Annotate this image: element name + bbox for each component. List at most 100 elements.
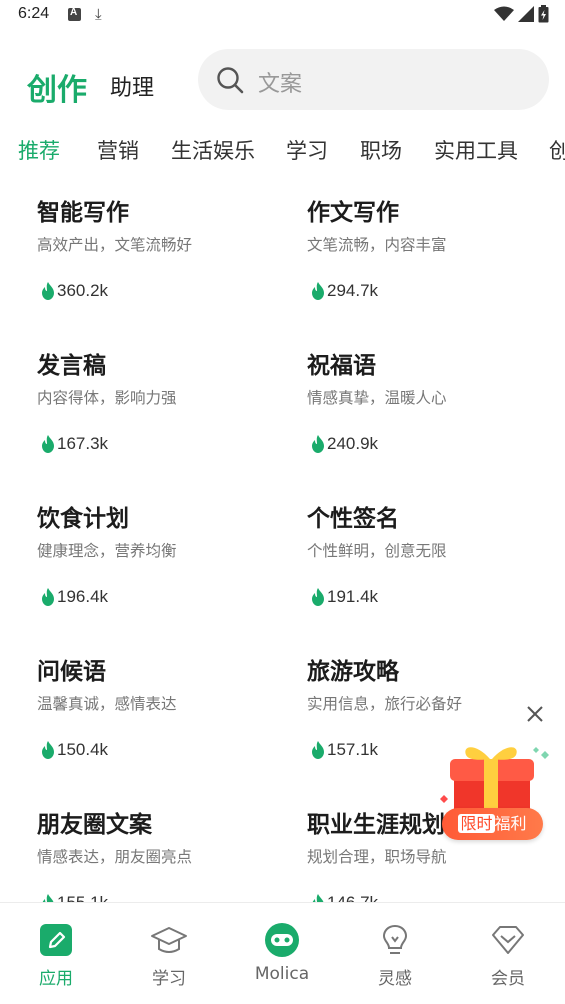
template-card[interactable]: 祝福语 情感真挚，温暖人心 240.9k [307,338,565,488]
flame-icon [42,282,54,300]
card-desc: 实用信息，旅行必备好 [307,695,463,713]
card-desc: 情感表达，朋友圈亮点 [37,848,193,866]
battery-icon [538,5,549,23]
usage-count: 167.3k [57,434,109,453]
usage-count: 294.7k [327,281,379,300]
card-desc: 文笔流畅，内容丰富 [307,236,447,254]
flame-icon [42,588,54,606]
wifi-icon [494,6,514,21]
card-stat: 167.3k [41,434,108,454]
usage-count: 146.7k [327,893,378,902]
status-icons [494,5,549,23]
download-icon: ⤓ [95,5,102,23]
flame-icon [42,741,54,759]
promo-badge-text: 福利 [494,814,527,833]
usage-count: 150.4k [57,740,109,759]
search-placeholder: 文案 [258,72,303,97]
tab-marketing[interactable]: 营销 [97,135,139,165]
card-title: 发言稿 [37,353,106,379]
nav-study[interactable]: 学习 [119,921,219,989]
nav-label: 会员 [491,969,525,989]
category-tabs: 推荐 营销 生活娱乐 学习 职场 实用工具 创 [0,130,565,170]
nav-label: 应用 [39,969,73,989]
nav-label: Molica [254,964,310,984]
card-desc: 情感真挚，温暖人心 [307,389,447,407]
nav-label: 灵感 [378,969,412,989]
tab-study[interactable]: 学习 [286,135,328,165]
flame-icon [312,741,324,759]
template-card[interactable]: 朋友圈文案 情感表达，朋友圈亮点 155.1k [37,797,297,902]
tab-workplace[interactable]: 职场 [360,135,402,165]
bottom-nav: 应用 学习 Molica 灵感 会员 [0,902,565,1004]
card-title: 问候语 [37,659,106,685]
edit-icon [40,924,72,956]
header: 创作 助理 文案 [0,45,565,115]
usage-count: 196.4k [57,587,109,606]
tab-recommend[interactable]: 推荐 [18,135,60,165]
graduation-cap-icon [151,927,187,953]
nav-apps[interactable]: 应用 [6,921,106,989]
card-stat: 146.7k [311,893,378,902]
tab-assistant[interactable]: 助理 [110,70,154,102]
promo-badge[interactable]: 限时 福利 [442,808,543,840]
nav-molica[interactable]: Molica [232,921,332,984]
template-card[interactable]: 智能写作 高效产出，文笔流畅好 360.2k [37,185,297,335]
card-stat: 191.4k [311,587,378,607]
card-title: 饮食计划 [37,506,129,532]
card-desc: 个性鲜明，创意无限 [307,542,447,560]
card-title: 作文写作 [307,200,399,226]
tab-creative[interactable]: 创 [549,135,565,165]
flame-icon [312,282,324,300]
usage-count: 360.2k [57,281,109,300]
close-icon[interactable] [524,703,546,725]
diamond-icon [492,926,524,954]
nav-membership[interactable]: 会员 [458,921,558,989]
card-stat: 157.1k [311,740,378,760]
robot-face-icon [265,923,299,957]
flame-icon [42,894,54,902]
card-title: 个性签名 [307,506,399,532]
card-desc: 规划合理，职场导航 [307,848,447,866]
template-card[interactable]: 饮食计划 健康理念，营养均衡 196.4k [37,491,297,641]
tab-create[interactable]: 创作 [27,65,87,109]
card-stat: 294.7k [311,281,378,301]
flame-icon [312,588,324,606]
tab-tools[interactable]: 实用工具 [434,135,518,165]
status-time: 6:24 [18,5,50,22]
template-card[interactable]: 个性签名 个性鲜明，创意无限 191.4k [307,491,565,641]
tab-life-entertainment[interactable]: 生活娱乐 [171,135,255,165]
nav-inspiration[interactable]: 灵感 [345,921,445,989]
flame-icon [42,435,54,453]
flame-icon [312,894,324,902]
signal-icon [518,6,534,22]
search-input[interactable]: 文案 [198,49,549,110]
usage-count: 240.9k [327,434,379,453]
card-title: 旅游攻略 [307,659,399,685]
usage-count: 155.1k [57,893,108,902]
usage-count: 157.1k [327,740,379,759]
card-desc: 温馨真诚，感情表达 [37,695,177,713]
card-stat: 360.2k [41,281,108,301]
card-stat: 196.4k [41,587,108,607]
template-card[interactable]: 作文写作 文笔流畅，内容丰富 294.7k [307,185,565,335]
card-title: 祝福语 [307,353,376,379]
lightbulb-icon [382,924,408,954]
nav-label: 学习 [152,969,186,989]
status-bar: 6:24 ⤓ [0,0,565,32]
template-card[interactable]: 发言稿 内容得体，影响力强 167.3k [37,338,297,488]
card-stat: 155.1k [41,893,108,902]
notification-a-icon [68,7,81,21]
flame-icon [312,435,324,453]
card-title: 智能写作 [37,200,129,226]
card-desc: 健康理念，营养均衡 [37,542,177,560]
promo-badge-highlight: 限时 [458,814,495,833]
card-stat: 150.4k [41,740,108,760]
card-desc: 高效产出，文笔流畅好 [37,236,193,254]
card-stat: 240.9k [311,434,378,454]
search-icon [217,67,244,94]
card-desc: 内容得体，影响力强 [37,389,177,407]
usage-count: 191.4k [327,587,379,606]
card-title: 职业生涯规划 [307,812,445,838]
template-card[interactable]: 问候语 温馨真诚，感情表达 150.4k [37,644,297,794]
card-title: 朋友圈文案 [37,812,152,838]
